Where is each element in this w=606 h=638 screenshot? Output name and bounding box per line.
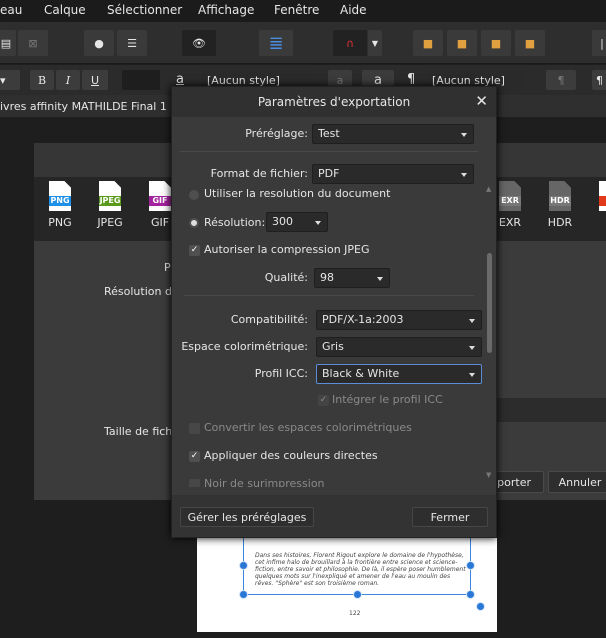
page-number: 122: [349, 610, 361, 617]
menu-aide[interactable]: Aide: [340, 3, 367, 17]
preview-icon[interactable]: 👁: [182, 30, 216, 56]
preset-label: Préréglage:: [245, 127, 308, 140]
menu-selectionner[interactable]: Sélectionner: [107, 3, 182, 17]
text-wrap-icon[interactable]: ☰: [117, 30, 147, 56]
format-hdr[interactable]: HDR HDR: [540, 181, 580, 229]
format-label: Format de fichier:: [210, 167, 308, 180]
scroll-up-icon[interactable]: ▲: [486, 185, 491, 193]
quality-combo[interactable]: 98: [314, 268, 390, 288]
resize-handle[interactable]: [239, 561, 248, 570]
pin-icon[interactable]: ●: [84, 30, 114, 56]
menu-affichage[interactable]: Affichage: [198, 3, 254, 17]
toolbar: ▤ ⊠ ● ☰ 👁 ≣ ∩ ▼ ■ ■ ■ ■ |: [0, 22, 606, 64]
convert-colorspaces-label: Convertir les espaces colorimétriques: [204, 421, 412, 434]
manage-presets-button[interactable]: Gérer les préréglages: [180, 507, 314, 527]
convert-colorspaces-checkbox[interactable]: [189, 423, 200, 434]
baseline-grid-icon[interactable]: ≣: [259, 30, 293, 56]
resize-handle[interactable]: [353, 590, 362, 599]
arrange-forward-icon[interactable]: ■: [447, 30, 477, 56]
use-doc-resolution-label: Utiliser la resolution du document: [204, 187, 391, 200]
quality-label: Qualité:: [264, 271, 308, 284]
remove-icon[interactable]: ⊠: [18, 30, 48, 56]
icc-profile-label: Profil ICC:: [254, 367, 308, 380]
wrap-icon[interactable]: ▤: [0, 30, 16, 56]
arrange-backward-icon[interactable]: ■: [481, 30, 511, 56]
align-icon[interactable]: |: [592, 30, 606, 56]
resolution-radio[interactable]: [189, 218, 199, 228]
para-style-apply[interactable]: ¶: [592, 70, 606, 90]
spot-colors-checkbox[interactable]: ✓: [189, 451, 200, 462]
format-tiff[interactable]: TT: [590, 181, 606, 229]
embed-icc-checkbox[interactable]: ✓: [318, 395, 329, 406]
menu-tableau[interactable]: eau: [0, 3, 22, 17]
italic-button[interactable]: I: [56, 70, 80, 90]
divider: [184, 295, 474, 296]
format-png[interactable]: PNG PNG: [40, 181, 80, 229]
arrange-front-icon[interactable]: ■: [413, 30, 443, 56]
scrollbar-thumb[interactable]: [487, 253, 492, 353]
export-settings-dialog: Paramètres d'exportation ✕ Préréglage: T…: [171, 86, 497, 538]
overprint-row-clip: Noir de surimpression: [172, 473, 482, 487]
back-preview-strip: [497, 398, 606, 422]
close-icon[interactable]: ✕: [475, 92, 488, 110]
scroll-down-icon[interactable]: ▼: [486, 471, 491, 479]
format-jpeg[interactable]: JPEG JPEG: [90, 181, 130, 229]
embed-icc-label: Intégrer le profil ICC: [332, 393, 443, 406]
menu-bar: eau Calque Sélectionner Affichage Fenêtr…: [0, 0, 606, 22]
colorspace-label: Espace colorimétrique:: [181, 340, 308, 353]
char-style-icon: a: [176, 72, 184, 87]
text-color-swatch[interactable]: [122, 70, 160, 90]
compatibility-dropdown[interactable]: PDF/X-1a:2003: [316, 310, 482, 330]
dialog-title: Paramètres d'exportation: [172, 87, 496, 117]
close-button[interactable]: Fermer: [412, 507, 488, 527]
use-doc-resolution-radio[interactable]: [189, 190, 199, 200]
icc-profile-dropdown[interactable]: Black & White: [316, 364, 482, 384]
rotate-handle[interactable]: [476, 602, 485, 611]
divider: [180, 151, 478, 152]
page-text[interactable]: Dans ses histoires, Florent Rigout explo…: [255, 552, 469, 587]
para-style-icon: ¶: [407, 72, 416, 87]
format-dropdown[interactable]: PDF: [312, 164, 474, 184]
spot-colors-label: Appliquer des couleurs directes: [204, 449, 378, 462]
scrollbar[interactable]: ▲ ▼: [486, 185, 494, 485]
para-style-clear[interactable]: ¶: [546, 70, 576, 90]
menu-calque[interactable]: Calque: [44, 3, 86, 17]
compatibility-label: Compatibilité:: [230, 313, 308, 326]
snapping-dropdown-icon[interactable]: ▼: [368, 30, 382, 56]
back-label-resolution: Résolution de: [104, 285, 179, 298]
cancel-button[interactable]: Annuler: [548, 471, 606, 493]
font-size-dropdown[interactable]: ▾: [0, 70, 20, 90]
resize-handle[interactable]: [466, 561, 475, 570]
resize-handle[interactable]: [239, 590, 248, 599]
allow-jpeg-label: Autoriser la compression JPEG: [204, 243, 370, 256]
resolution-label: Résolution:: [204, 216, 266, 229]
arrange-back-icon[interactable]: ■: [515, 30, 545, 56]
snapping-magnet-icon[interactable]: ∩: [333, 30, 367, 56]
preset-dropdown[interactable]: Test: [312, 124, 474, 144]
overprint-black-label: Noir de surimpression: [204, 477, 325, 487]
underline-button[interactable]: U: [82, 70, 108, 90]
overprint-black-checkbox[interactable]: [189, 479, 200, 487]
colorspace-dropdown[interactable]: Gris: [316, 337, 482, 357]
resize-handle[interactable]: [466, 590, 475, 599]
allow-jpeg-checkbox[interactable]: ✓: [189, 245, 200, 256]
bold-button[interactable]: B: [30, 70, 54, 90]
back-label-p: P: [164, 261, 171, 274]
menu-fenetre[interactable]: Fenêtre: [274, 3, 319, 17]
resolution-combo[interactable]: 300: [266, 212, 328, 232]
